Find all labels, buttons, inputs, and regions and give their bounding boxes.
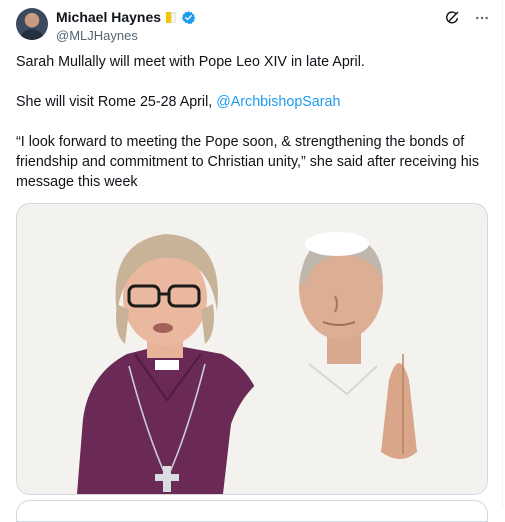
mention-link[interactable]: @ArchbishopSarah (216, 94, 340, 110)
post-header: Michael Haynes @MLJHaynes (56, 8, 490, 44)
post-text-quote: “I look forward to meeting the Pope soon… (16, 134, 480, 190)
next-media-card[interactable] (16, 500, 488, 522)
post[interactable]: Michael Haynes @MLJHaynes Sarah Mullally… (0, 0, 503, 522)
avatar-shoulders (20, 29, 44, 40)
verified-badge-icon[interactable] (181, 10, 196, 25)
avatar[interactable] (16, 8, 48, 40)
name-row: Michael Haynes (56, 8, 490, 26)
more-icon[interactable] (474, 10, 490, 26)
photo-illustration (17, 204, 487, 494)
vatican-flag-icon (166, 11, 177, 23)
post-text: Sarah Mullally will meet with Pope Leo X… (16, 52, 492, 192)
author-handle[interactable]: @MLJHaynes (56, 28, 490, 43)
post-media-photo[interactable] (16, 203, 488, 495)
post-text-line-1: Sarah Mullally will meet with Pope Leo X… (16, 54, 365, 70)
grok-icon[interactable] (444, 10, 460, 26)
post-top-actions (444, 10, 490, 26)
post-text-line-2-prefix: She will visit Rome 25-28 April, (16, 94, 217, 110)
author-display-name[interactable]: Michael Haynes (56, 9, 161, 25)
post-text-line-2: She will visit Rome 25-28 April, @Archbi… (16, 92, 492, 112)
